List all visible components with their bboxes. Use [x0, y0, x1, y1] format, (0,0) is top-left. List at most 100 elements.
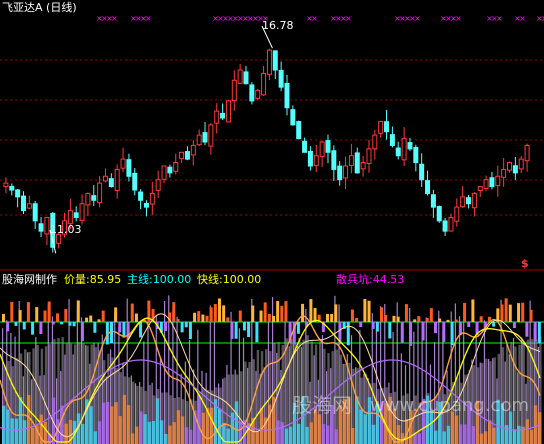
candle-body	[255, 90, 261, 99]
candle-body	[243, 71, 249, 85]
histogram-bar	[463, 302, 467, 322]
base-bar	[288, 426, 293, 444]
candle-body	[454, 206, 460, 222]
histogram-bar	[205, 315, 209, 322]
candle-body	[97, 182, 103, 204]
histogram-bar	[238, 310, 242, 322]
base-bar	[359, 409, 363, 444]
histogram-bar	[213, 304, 217, 322]
histogram-bar	[35, 307, 39, 322]
histogram-bar	[517, 303, 521, 322]
base-bar	[168, 425, 172, 444]
candle-body	[401, 138, 407, 161]
volume-bar	[48, 344, 52, 444]
candle-body	[9, 185, 15, 191]
base-bar	[471, 426, 475, 444]
histogram-bar	[64, 309, 68, 322]
candle-body	[67, 210, 73, 225]
candle-body	[307, 150, 313, 167]
candle-body	[202, 132, 208, 143]
histogram-bar	[309, 299, 313, 322]
histogram-bar	[434, 322, 437, 334]
candle-body	[91, 195, 97, 201]
histogram-bar	[85, 317, 89, 322]
histogram-bar	[330, 313, 334, 322]
histogram-bar	[22, 322, 26, 330]
histogram-bar	[118, 322, 122, 333]
candle-body	[313, 155, 319, 167]
histogram-bar	[193, 312, 197, 322]
candle-body	[196, 134, 202, 146]
base-bar	[134, 426, 139, 444]
base-bar	[450, 411, 455, 444]
base-bar	[259, 408, 264, 444]
indicator-bar	[47, 305, 49, 444]
watermark-url: www.cupang.com	[370, 395, 529, 416]
candle-body	[366, 148, 372, 165]
histogram-bar	[404, 304, 408, 322]
base-bar	[396, 425, 401, 444]
histogram-bar	[359, 322, 363, 328]
candle-body	[132, 172, 138, 191]
histogram-bar	[267, 313, 271, 322]
base-bar	[172, 422, 176, 444]
histogram-bar	[51, 322, 55, 325]
histogram-bar	[26, 302, 30, 322]
base-bar	[64, 423, 68, 444]
histogram-bar	[454, 319, 458, 322]
candle-body	[120, 158, 126, 169]
base-bar	[334, 429, 338, 444]
base-bar	[188, 429, 193, 444]
histogram-bar	[521, 302, 525, 322]
histogram-bar	[89, 315, 93, 322]
histogram-bar	[367, 300, 371, 322]
histogram-bar	[222, 305, 226, 322]
base-bar	[180, 416, 185, 444]
base-bar	[201, 412, 205, 444]
candle-body	[32, 203, 38, 222]
base-bar	[43, 421, 48, 444]
base-bar	[363, 414, 367, 444]
base-bar	[80, 423, 85, 444]
histogram-bar	[380, 307, 383, 322]
base-bar	[2, 405, 6, 444]
candle-body	[225, 100, 231, 123]
candle-body	[389, 134, 395, 146]
base-bar	[267, 404, 272, 444]
histogram-bar	[512, 322, 516, 329]
histogram-bar	[176, 319, 180, 322]
histogram-bar	[39, 322, 43, 335]
retail-pit-label: 散兵坑:44.53	[336, 273, 405, 286]
candle-body	[489, 177, 495, 188]
candle-body	[343, 165, 349, 179]
base-bar	[197, 395, 201, 444]
price-volume-label: 价量:85.95	[64, 273, 122, 286]
candle-body	[512, 165, 518, 174]
histogram-bar	[247, 322, 251, 338]
candle-body	[430, 194, 436, 208]
histogram-bar	[80, 322, 84, 342]
candle-body	[214, 110, 220, 124]
histogram-bar	[442, 322, 446, 343]
histogram-bar	[326, 314, 329, 322]
histogram-bar	[400, 322, 404, 344]
histogram-bar	[10, 301, 14, 322]
base-bar	[118, 416, 122, 444]
indicator-bar	[284, 317, 286, 444]
histogram-bar	[263, 302, 267, 322]
base-bar	[434, 430, 438, 444]
candle-body	[413, 147, 419, 164]
base-bar	[442, 431, 446, 444]
base-bar	[139, 411, 143, 444]
candle-body	[348, 155, 354, 167]
base-bar	[533, 405, 538, 444]
candle-body	[302, 140, 308, 153]
base-bar	[147, 421, 151, 444]
histogram-bar	[438, 318, 442, 322]
candle-body	[143, 202, 149, 208]
candle-body	[15, 189, 21, 198]
base-bar	[14, 418, 19, 444]
histogram-bar	[31, 322, 35, 335]
base-bar	[417, 433, 421, 444]
histogram-bar	[18, 310, 22, 322]
